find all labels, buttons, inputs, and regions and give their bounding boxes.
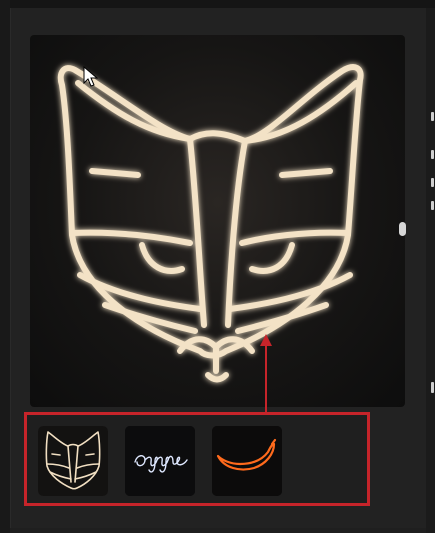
edge-text-fragment	[431, 382, 434, 393]
neon-signature-thumbnail-icon	[125, 426, 195, 496]
neon-banana-thumbnail-icon	[212, 426, 282, 496]
thumbnail-banana[interactable]	[212, 426, 282, 496]
thumbnail-cat[interactable]	[38, 426, 108, 496]
mouse-cursor-icon	[83, 66, 99, 87]
carousel-scroll-handle[interactable]	[399, 222, 406, 236]
edge-text-fragment	[431, 150, 434, 159]
thumbnail-signature[interactable]	[125, 426, 195, 496]
thumbnail-strip	[24, 412, 370, 506]
edge-text-fragment	[431, 201, 434, 210]
edge-text-fragment	[431, 178, 434, 187]
right-edge	[426, 8, 435, 533]
neon-cat-thumbnail-icon	[38, 426, 108, 496]
left-edge	[0, 0, 10, 533]
edge-text-fragment	[431, 112, 434, 121]
main-product-image[interactable]	[30, 35, 405, 407]
annotation-arrow-icon	[260, 334, 272, 416]
neon-cat-face-icon	[57, 64, 364, 383]
top-bar	[0, 0, 435, 8]
